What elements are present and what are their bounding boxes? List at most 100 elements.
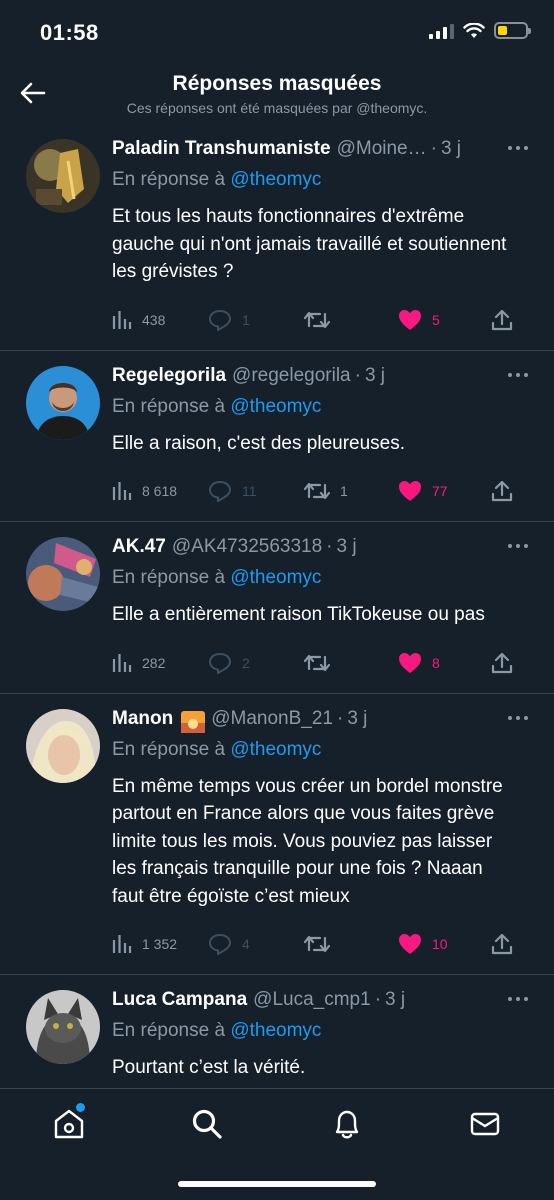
views-count: 438: [142, 311, 166, 328]
like-button[interactable]: 10: [398, 933, 491, 955]
more-options-button[interactable]: [508, 146, 528, 150]
status-bar: 01:58: [0, 0, 554, 64]
share-icon: [491, 309, 513, 330]
reply-icon: [208, 480, 232, 502]
reply-button[interactable]: 11: [208, 480, 304, 502]
author-handle[interactable]: @Luca_cmp1: [253, 989, 371, 1011]
author-handle[interactable]: @ManonB_21: [211, 708, 333, 730]
search-icon: [192, 1109, 222, 1139]
tweet-text: Elle a raison, c'est des pleureuses.: [112, 432, 406, 454]
reply-context: En réponse à @theomyc: [112, 567, 534, 593]
tweet-header: Regelegorila @regelegorila · 3 j: [112, 365, 534, 393]
more-options-button[interactable]: [508, 997, 528, 1001]
tweet-age: 3 j: [440, 138, 462, 159]
author-name[interactable]: Manon: [112, 708, 173, 730]
page-title: Réponses masquées: [172, 72, 382, 95]
reply-button[interactable]: 4: [208, 933, 304, 955]
author-handle[interactable]: @AK4732563318: [172, 536, 322, 558]
separator-dot: ·: [326, 536, 333, 557]
retweet-button[interactable]: [304, 309, 398, 331]
reply-mention-link[interactable]: @theomyc: [230, 739, 321, 760]
reply-context: En réponse à @theomyc: [112, 1020, 534, 1046]
reply-icon: [208, 933, 232, 955]
views-icon: [112, 482, 132, 500]
nav-notifications[interactable]: [330, 1107, 364, 1141]
views-count: 8 618: [142, 483, 178, 499]
reply-count: 1: [242, 311, 250, 328]
retweet-button[interactable]: 1: [304, 480, 398, 502]
avatar[interactable]: [26, 990, 100, 1064]
share-button[interactable]: [491, 309, 521, 331]
views-button[interactable]: 282: [112, 653, 208, 673]
heart-icon: [399, 652, 421, 673]
tweet-actions: 8 618 11 1 77: [112, 461, 534, 521]
reply-button[interactable]: 2: [208, 652, 304, 674]
tweet[interactable]: Regelegorila @regelegorila · 3 j En répo…: [0, 351, 554, 522]
views-button[interactable]: 438: [112, 310, 208, 330]
reply-button[interactable]: 1: [208, 309, 304, 331]
avatar[interactable]: [26, 537, 100, 611]
tweet[interactable]: Paladin Transhumaniste @Moine… · 3 j En …: [0, 124, 554, 351]
tweet-header: Paladin Transhumaniste @Moine… · 3 j: [112, 138, 534, 166]
reply-context: En réponse à @theomyc: [112, 396, 534, 422]
avatar[interactable]: [26, 365, 100, 440]
reply-mention-link[interactable]: @theomyc: [230, 169, 321, 190]
author-name[interactable]: Regelegorila: [112, 365, 226, 387]
sunset-emoji-icon: [181, 710, 206, 733]
views-icon: [112, 310, 132, 329]
tweet-age: 3 j: [385, 989, 406, 1010]
reply-mention-link[interactable]: @theomyc: [230, 1020, 321, 1041]
retweet-icon: [304, 935, 330, 953]
more-options-button[interactable]: [508, 372, 528, 377]
reply-mention-link[interactable]: @theomyc: [230, 396, 321, 417]
author-name[interactable]: Paladin Transhumaniste: [112, 138, 331, 160]
page-header: Réponses masquées Ces réponses ont été m…: [0, 64, 554, 124]
share-icon: [491, 652, 513, 673]
signal-icon: [429, 23, 454, 39]
tweet-header: AK.47 @AK4732563318 · 3 j: [112, 536, 534, 564]
reply-context: En réponse à @theomyc: [112, 739, 534, 765]
views-button[interactable]: 1 352: [112, 934, 208, 954]
author-name[interactable]: AK.47: [112, 536, 166, 558]
separator-dot: ·: [430, 138, 437, 159]
nav-search[interactable]: [190, 1107, 224, 1141]
reply-prefix: En réponse à: [112, 738, 226, 760]
tweet[interactable]: Luca Campana @Luca_cmp1 · 3 j En réponse…: [0, 975, 554, 1082]
tweet[interactable]: AK.47 @AK4732563318 · 3 j En réponse à @…: [0, 522, 554, 694]
author-name[interactable]: Luca Campana: [112, 989, 247, 1011]
reply-prefix: En réponse à: [112, 1020, 226, 1041]
more-options-button[interactable]: [508, 544, 528, 548]
share-icon: [491, 933, 513, 955]
like-button[interactable]: 77: [398, 480, 491, 502]
like-count: 5: [432, 311, 440, 328]
like-button[interactable]: 5: [398, 309, 491, 331]
nav-messages[interactable]: [468, 1107, 502, 1141]
views-button[interactable]: 8 618: [112, 481, 208, 501]
retweet-button[interactable]: [304, 933, 398, 955]
nav-home[interactable]: [52, 1107, 86, 1141]
like-count: 8: [432, 654, 440, 671]
author-handle[interactable]: @Moine…: [337, 138, 427, 160]
reply-count: 4: [242, 936, 250, 952]
author-handle[interactable]: @regelegorila: [232, 365, 351, 387]
avatar[interactable]: [26, 708, 100, 783]
share-button[interactable]: [491, 652, 521, 674]
avatar[interactable]: [26, 139, 100, 213]
retweet-icon: [304, 482, 330, 500]
tweet-header: Manon @ManonB_21 · 3 j: [112, 708, 534, 736]
home-indicator[interactable]: [178, 1181, 376, 1187]
more-options-button[interactable]: [508, 715, 528, 720]
tweet-text: En même temps vous créer un bordel monst…: [112, 775, 503, 907]
share-button[interactable]: [491, 480, 521, 502]
retweet-button[interactable]: [304, 652, 398, 674]
reply-count: 2: [242, 654, 250, 671]
reply-mention-link[interactable]: @theomyc: [230, 567, 321, 588]
mail-icon: [470, 1112, 500, 1136]
tweet-age: 3 j: [347, 707, 368, 729]
tweet[interactable]: Manon @ManonB_21 · 3 j En réponse à @the…: [0, 694, 554, 975]
retweet-icon: [304, 311, 330, 328]
share-button[interactable]: [491, 933, 521, 955]
reply-prefix: En réponse à: [112, 395, 226, 417]
tweet-text: Pourtant c’est la vérité.: [112, 1057, 306, 1078]
like-button[interactable]: 8: [398, 652, 491, 674]
